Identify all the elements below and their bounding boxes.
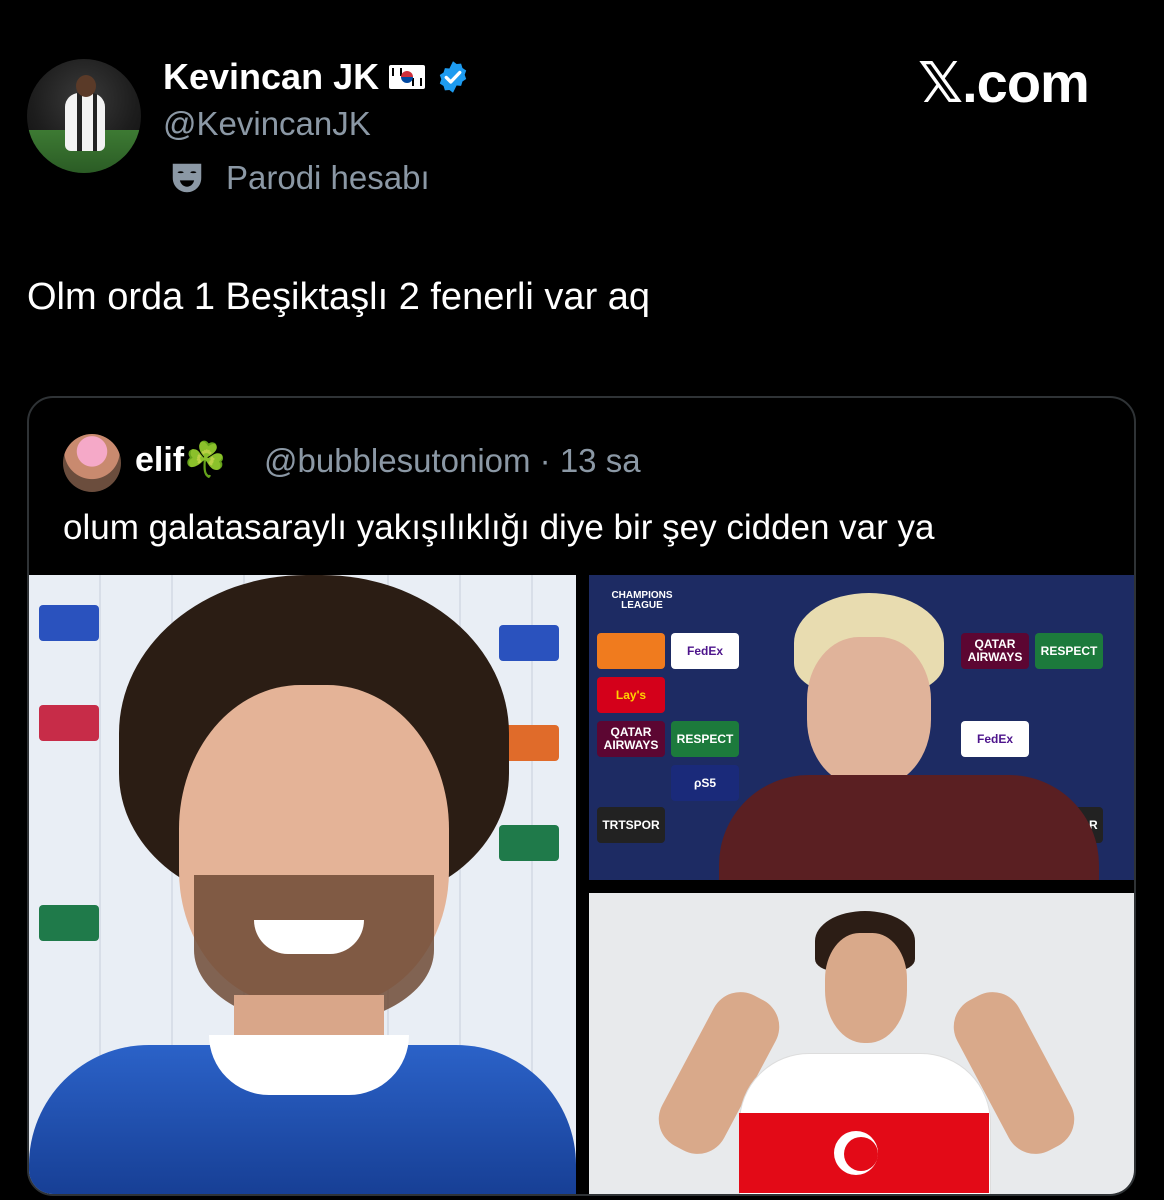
sponsor-tile-lays: Lay's (597, 677, 665, 713)
sponsor-tile-fedex-right: FedEx (961, 721, 1029, 757)
quote-author-name[interactable]: elif☘️ (135, 440, 226, 480)
verified-badge-icon (439, 61, 467, 93)
sponsor-board (39, 705, 99, 741)
media-photo-3[interactable] (589, 893, 1134, 1194)
sponsor-tile-trtspor: TRTSPOR (597, 807, 665, 843)
author-avatar[interactable] (27, 59, 141, 173)
quote-media-grid: FedEx Lay's QATAR AIRWAYS RESPECT ρS5 TR… (29, 575, 1134, 1194)
media-photo-2[interactable]: FedEx Lay's QATAR AIRWAYS RESPECT ρS5 TR… (589, 575, 1134, 880)
sponsor-tile-qatar-right: QATAR AIRWAYS (961, 633, 1029, 669)
sponsor-tile-qatar: QATAR AIRWAYS (597, 721, 665, 757)
parody-account-label: Parodi hesabı (168, 159, 430, 197)
person-smile (254, 920, 364, 954)
author-name-text: Kevincan JK (163, 56, 380, 97)
media-photo-1[interactable] (29, 575, 576, 1194)
person-shirt (719, 775, 1099, 880)
sponsor-tile-respect-right: RESPECT (1035, 633, 1103, 669)
sponsor-board (499, 825, 559, 861)
sponsor-tile-respect: RESPECT (671, 721, 739, 757)
parody-label-text: Parodi hesabı (226, 159, 430, 196)
sponsor-tile (597, 633, 665, 669)
person-face (807, 637, 931, 787)
sponsor-tile-fedex: FedEx (671, 633, 739, 669)
person-collar (209, 1035, 409, 1095)
quote-text: olum galatasaraylı yakışılıklığı diye bi… (63, 508, 935, 547)
person-face (825, 933, 907, 1043)
quoted-tweet-card[interactable]: elif☘️ @bubblesutoniom · 13 sa olum gala… (27, 396, 1136, 1196)
quote-author-avatar[interactable] (63, 434, 121, 492)
quote-author-handle-time[interactable]: @bubblesutoniom · 13 sa (264, 442, 641, 480)
avatar-player-head (76, 75, 96, 97)
avatar-player (65, 93, 105, 151)
sponsor-board (39, 905, 99, 941)
sponsor-board (39, 605, 99, 641)
tweet-text: Olm orda 1 Beşiktaşlı 2 fenerli var aq (27, 276, 651, 318)
author-display-name[interactable]: Kevincan JK (163, 56, 471, 98)
champions-league-label: CHAMPIONS LEAGUE (611, 589, 673, 611)
south-korea-flag-icon (389, 65, 426, 89)
sponsor-tile-ps5: ρS5 (671, 765, 739, 801)
x-com-logo: 𝕏.com (918, 51, 1090, 114)
author-handle[interactable]: @KevincanJK (163, 105, 371, 143)
sponsor-board (499, 625, 559, 661)
parody-mask-icon (172, 163, 202, 193)
crescent-icon (834, 1131, 878, 1175)
